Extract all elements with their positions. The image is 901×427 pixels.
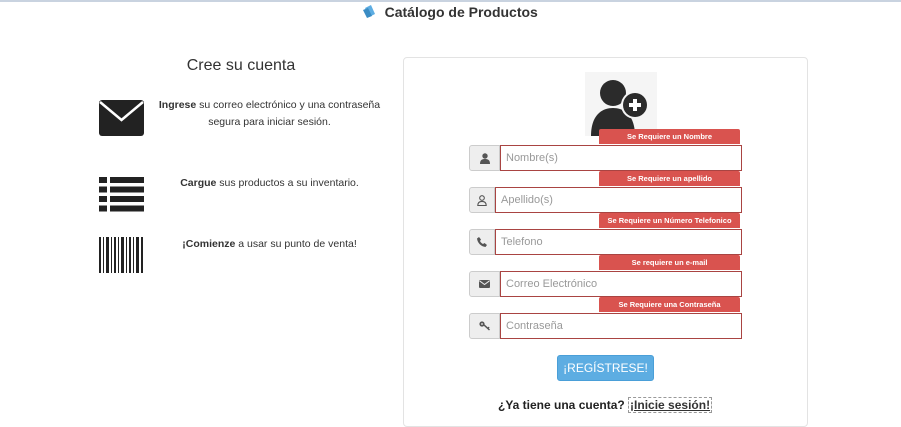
envelope-icon: [99, 100, 144, 136]
app-title: Catálogo de Productos: [384, 3, 538, 20]
app-header: Catálogo de Productos: [0, 3, 901, 23]
telefono-addon: [469, 229, 495, 255]
feature-upload-bold: Cargue: [180, 177, 217, 189]
user-icon: [479, 152, 490, 164]
list-icon: [99, 177, 144, 212]
feature-start-bold: ¡Comienze: [182, 238, 236, 250]
nombre-input[interactable]: [500, 145, 742, 171]
register-button[interactable]: ¡REGÍSTRESE!: [557, 355, 654, 381]
password-addon: [469, 313, 500, 339]
telefono-error-badge: Se Requiere un Número Telefonico: [599, 213, 740, 228]
feature-email-text: Ingrese su correo electrónico y una cont…: [152, 97, 387, 131]
add-user-avatar-icon: [585, 72, 657, 136]
envelope-small-icon: [479, 280, 490, 288]
feature-upload-text: Cargue sus productos a su inventario.: [152, 175, 387, 192]
nombre-error-badge: Se Requiere un Nombre: [599, 129, 740, 144]
create-account-title: Cree su cuenta: [186, 57, 296, 74]
email-addon: [469, 271, 500, 297]
top-border: [0, 0, 901, 2]
apellido-addon: [469, 187, 495, 213]
feature-start-desc: a usar su punto de venta!: [235, 238, 357, 250]
phone-icon: [477, 237, 487, 247]
user-outline-icon: [477, 194, 487, 206]
feature-email-desc: su correo electrónico y una contraseña s…: [196, 99, 381, 128]
password-input[interactable]: [500, 313, 742, 339]
login-link[interactable]: ¡Inicie sesión!: [628, 397, 713, 413]
apellido-error-badge: Se Requiere un apellido: [599, 171, 740, 186]
apellido-input[interactable]: [495, 187, 742, 213]
key-icon: [479, 321, 490, 331]
nombre-addon: [469, 145, 500, 171]
email-error-badge: Se requiere un e-mail: [599, 255, 740, 270]
telefono-input[interactable]: [495, 229, 742, 255]
barcode-icon: [99, 237, 143, 273]
feature-upload-desc: sus productos a su inventario.: [216, 177, 359, 189]
login-prompt-row: ¿Ya tiene una cuenta? ¡Inicie sesión!: [498, 397, 713, 413]
password-error-badge: Se Requiere una Contraseña: [599, 297, 740, 312]
catalog-logo-icon: [363, 4, 376, 18]
feature-email-bold: Ingrese: [158, 99, 197, 111]
feature-start-text: ¡Comienze a usar su punto de venta!: [152, 236, 387, 253]
login-prompt: ¿Ya tiene una cuenta?: [498, 398, 625, 412]
email-input[interactable]: [500, 271, 742, 297]
